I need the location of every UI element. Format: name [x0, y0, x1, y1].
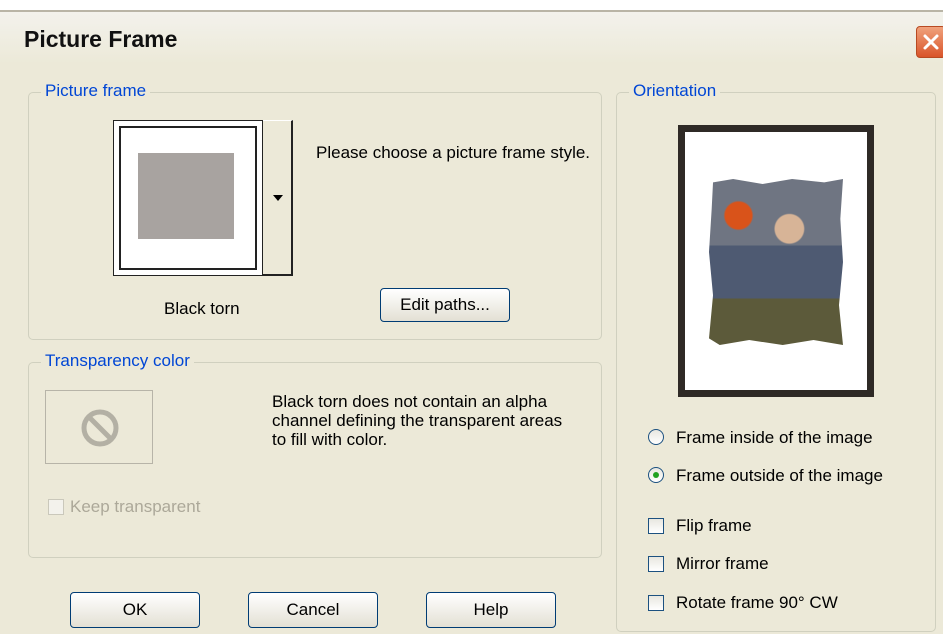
flip-frame-checkbox[interactable] — [648, 518, 664, 534]
dropdown-arrow-icon — [273, 195, 283, 201]
keep-transparent-checkbox[interactable] — [48, 499, 64, 515]
orientation-group-label: Orientation — [629, 81, 721, 101]
selected-frame-name: Black torn — [164, 299, 240, 318]
help-button[interactable]: Help — [426, 592, 556, 628]
mirror-frame-checkbox[interactable] — [648, 556, 664, 572]
ok-button[interactable]: OK — [70, 592, 200, 628]
frame-dropdown-button[interactable] — [263, 120, 293, 276]
choose-frame-instruction: Please choose a picture frame style. — [316, 143, 591, 162]
radio-selected-dot — [653, 472, 659, 478]
picture-frame-group-label: Picture frame — [41, 81, 151, 101]
edit-paths-button[interactable]: Edit paths... — [380, 288, 510, 322]
frame-style-picker[interactable] — [113, 120, 293, 276]
keep-transparent-label: Keep transparent — [70, 497, 201, 516]
frame-outside-label: Frame outside of the image — [676, 466, 883, 485]
transparency-message: Black torn does not contain an alpha cha… — [272, 392, 563, 449]
mirror-frame-label: Mirror frame — [676, 554, 769, 573]
picture-frame-dialog: Picture Frame Picture frame Black torn P… — [0, 10, 943, 634]
dialog-title: Picture Frame — [24, 26, 178, 52]
frame-thumbnail[interactable] — [113, 120, 263, 276]
frame-inside-label: Frame inside of the image — [676, 428, 873, 447]
flip-frame-label: Flip frame — [676, 516, 752, 535]
no-symbol-icon — [81, 409, 119, 447]
transparency-color-swatch — [45, 390, 153, 464]
close-button[interactable] — [916, 26, 943, 58]
close-icon — [923, 34, 939, 50]
title-bar: Picture Frame — [0, 12, 943, 64]
preview-photo — [709, 179, 843, 345]
rotate-frame-checkbox[interactable] — [648, 595, 664, 611]
frame-thumbnail-image — [138, 153, 234, 239]
frame-outside-radio[interactable] — [648, 467, 664, 483]
orientation-preview — [678, 125, 874, 397]
transparency-group-label: Transparency color — [41, 351, 194, 371]
cancel-button[interactable]: Cancel — [248, 592, 378, 628]
preview-mat — [685, 132, 867, 390]
frame-inside-radio[interactable] — [648, 429, 664, 445]
rotate-frame-label: Rotate frame 90° CW — [676, 593, 838, 612]
